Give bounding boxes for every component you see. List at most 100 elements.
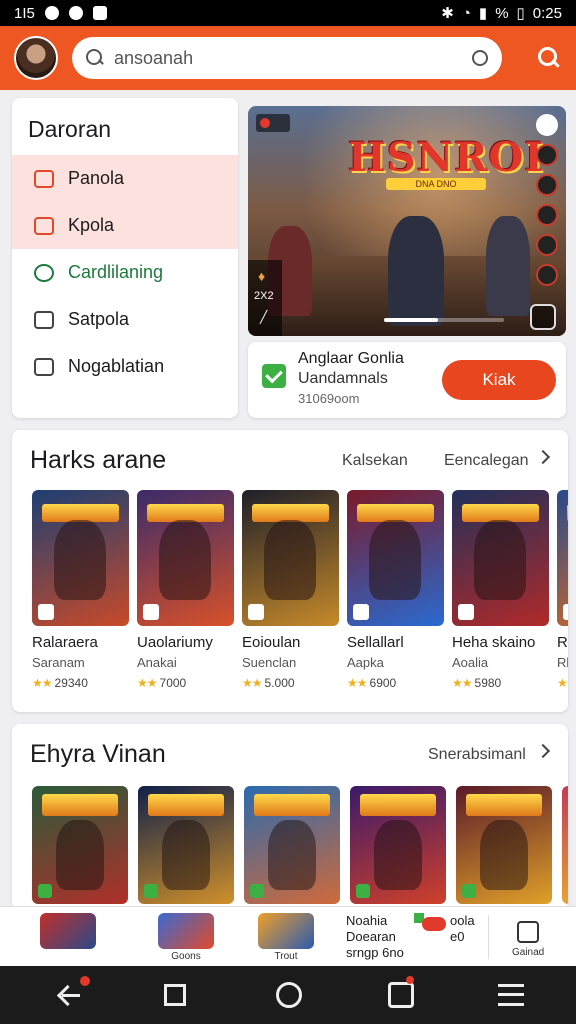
game-developer: Anakai bbox=[137, 655, 177, 670]
game-character bbox=[268, 820, 316, 890]
game-card[interactable]: Eoioulan Suenclan ★★ 5.000 bbox=[242, 490, 339, 690]
menu-item-cardlilaning[interactable]: Cardlilaning bbox=[12, 249, 238, 296]
game-card[interactable]: Sellallarl Aapka ★★ 6900 bbox=[347, 490, 444, 690]
game-rating: ★★ 5980 bbox=[452, 676, 549, 690]
recents-icon[interactable] bbox=[164, 984, 186, 1006]
bag-icon bbox=[34, 310, 54, 329]
install-card: Anglaar Gonlia Uandamnals 31069oom Kiak bbox=[248, 342, 566, 418]
install-button[interactable]: Kiak bbox=[442, 360, 556, 400]
camera-lens-icon[interactable] bbox=[472, 50, 488, 66]
game-rating-value: 5.000 bbox=[264, 676, 295, 690]
install-title: Anglaar Gonlia bbox=[298, 350, 404, 367]
game-logo-banner bbox=[254, 794, 330, 816]
star-icon: ★★ bbox=[347, 676, 367, 690]
avatar[interactable] bbox=[14, 36, 58, 80]
status-bar: 1I5 ✱ ◔ ▮ % ▯ 0:25 bbox=[0, 0, 576, 26]
game-card[interactable]: Heha skaino Aoalia ★★ 5980 bbox=[452, 490, 549, 690]
mini-download[interactable]: Noahia Doearan srngp 6no oola e0 bbox=[346, 913, 475, 961]
game-badge-icon bbox=[38, 884, 52, 898]
app-bar-label: Gainad bbox=[512, 947, 545, 958]
settings-icon bbox=[68, 6, 83, 20]
app-bar-art bbox=[158, 913, 214, 949]
app-bar-art bbox=[40, 913, 96, 949]
game-badge-icon bbox=[356, 884, 370, 898]
app-bar-item[interactable]: Goons bbox=[158, 913, 214, 962]
menu-item-panola[interactable]: Panola bbox=[12, 155, 238, 202]
section-link[interactable]: Kalsekan bbox=[342, 452, 408, 470]
install-subtitle: Uandamnals bbox=[298, 370, 388, 387]
hero-side-buttons bbox=[536, 114, 558, 286]
hero-left-tools: ♦ 2X2 ╱ bbox=[248, 260, 282, 336]
back-icon[interactable] bbox=[56, 982, 82, 1008]
game-character bbox=[369, 520, 421, 600]
divider bbox=[488, 915, 489, 959]
message-icon[interactable] bbox=[388, 982, 414, 1008]
game-developer: Rloalg bbox=[557, 655, 568, 670]
menu-icon[interactable] bbox=[498, 984, 524, 1006]
star-icon: ★★ bbox=[452, 676, 472, 690]
music-icon[interactable] bbox=[536, 114, 558, 136]
hero-progress[interactable] bbox=[384, 318, 504, 322]
section-link[interactable]: Snerabsimanl bbox=[428, 746, 526, 764]
menu-item-nogablatian[interactable]: Nogablatian bbox=[12, 343, 238, 390]
star-icon: ★★ bbox=[32, 676, 52, 690]
game-badge-icon bbox=[458, 604, 474, 620]
battery-icon: ▯ bbox=[516, 5, 525, 22]
battery-text: % bbox=[495, 4, 509, 22]
app-bar-item[interactable]: Gainad bbox=[512, 913, 544, 958]
featured-game-card[interactable] bbox=[32, 786, 128, 904]
app-bar-art bbox=[258, 913, 314, 949]
mini-count-top: oola bbox=[450, 913, 475, 928]
edit-icon[interactable]: ╱ bbox=[248, 302, 282, 324]
status-time: 0:25 bbox=[532, 4, 562, 22]
menu-item-satpola[interactable]: Satpola bbox=[12, 296, 238, 343]
fullscreen-icon[interactable] bbox=[530, 304, 556, 330]
game-rating-value: 5980 bbox=[474, 676, 502, 690]
featured-game-card[interactable] bbox=[456, 786, 552, 904]
refresh-icon[interactable] bbox=[536, 174, 558, 196]
game-rating-value: 6900 bbox=[369, 676, 397, 690]
menu-item-kpola[interactable]: Kpola bbox=[12, 202, 238, 249]
game-card[interactable]: Rlcak Rloalg ★★ bbox=[557, 490, 568, 690]
hero-progress-fill bbox=[384, 318, 438, 322]
game-character bbox=[56, 820, 104, 890]
game-card[interactable]: Uaolariumy Anakai ★★ 7000 bbox=[137, 490, 234, 690]
game-name: Uaolariumy bbox=[137, 634, 213, 651]
search-bar[interactable] bbox=[72, 37, 502, 79]
star-icon: ★★ bbox=[557, 676, 568, 690]
game-card[interactable]: Ralaraera Saranam ★★ 29340 bbox=[32, 490, 129, 690]
mini-count-bottom: e0 bbox=[450, 929, 465, 944]
install-meta: 31069oom bbox=[298, 391, 360, 406]
section-link[interactable]: Eencalegan bbox=[444, 452, 529, 470]
featured-game-card[interactable] bbox=[244, 786, 340, 904]
mini-subtitle: Doearan bbox=[346, 929, 396, 944]
search-input[interactable] bbox=[114, 47, 472, 69]
featured-game-card[interactable] bbox=[562, 786, 568, 904]
featured-game-card[interactable] bbox=[350, 786, 446, 904]
app-bar-item[interactable] bbox=[40, 913, 96, 951]
game-character bbox=[374, 820, 422, 890]
search-icon bbox=[86, 49, 104, 67]
fire-icon[interactable]: ♦ bbox=[248, 260, 282, 284]
search-button[interactable] bbox=[536, 45, 562, 71]
game-rating: ★★ bbox=[557, 676, 568, 690]
game-art bbox=[137, 490, 234, 626]
home-icon bbox=[34, 169, 54, 188]
chevron-right-icon[interactable] bbox=[535, 743, 551, 759]
game-developer: Aapka bbox=[347, 655, 384, 670]
shield-icon[interactable] bbox=[536, 234, 558, 256]
home-button-icon[interactable] bbox=[276, 982, 302, 1008]
game-rating: ★★ 5.000 bbox=[242, 676, 339, 690]
target-icon[interactable] bbox=[536, 144, 558, 166]
profile-icon bbox=[517, 921, 540, 943]
hero-banner[interactable]: HSNROI DNA DNO ♦ 2X2 ╱ bbox=[248, 106, 566, 336]
gem-icon[interactable] bbox=[536, 264, 558, 286]
hero-overlay-label[interactable]: 2X2 bbox=[248, 284, 282, 302]
featured-game-card[interactable] bbox=[138, 786, 234, 904]
notification-dot bbox=[406, 976, 414, 984]
chevron-right-icon[interactable] bbox=[535, 449, 551, 465]
check-icon bbox=[262, 364, 286, 388]
app-bar-item[interactable]: Trout bbox=[258, 913, 314, 962]
tools-icon[interactable] bbox=[536, 204, 558, 226]
record-icon[interactable] bbox=[256, 114, 290, 132]
